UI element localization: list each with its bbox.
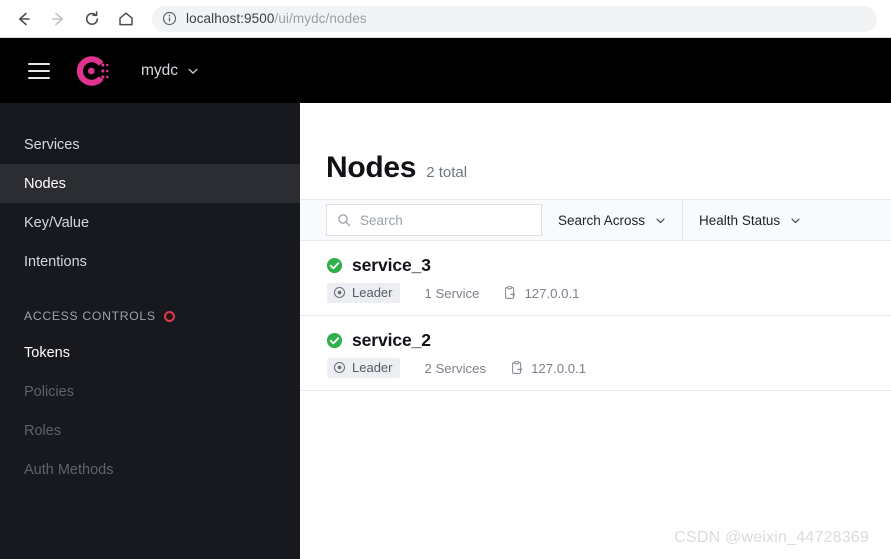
reload-button[interactable]: [78, 5, 106, 33]
address-bar[interactable]: localhost:9500/ui/mydc/nodes: [152, 5, 877, 32]
home-button[interactable]: [112, 5, 140, 33]
url-path: /ui/mydc/nodes: [274, 11, 367, 26]
sidebar-item-nodes[interactable]: Nodes: [0, 164, 300, 203]
browser-toolbar: localhost:9500/ui/mydc/nodes: [0, 0, 891, 38]
node-title-row: service_2: [326, 330, 891, 351]
info-circle-icon[interactable]: [162, 11, 177, 26]
leader-label: Leader: [352, 285, 393, 300]
sidebar-item-label: Services: [24, 136, 80, 153]
chevron-down-icon: [655, 215, 666, 226]
sidebar-item-intentions[interactable]: Intentions: [0, 242, 300, 281]
page-title: Nodes: [326, 151, 417, 184]
sidebar-section-access-controls: ACCESS CONTROLS: [0, 299, 300, 333]
health-status-label: Health Status: [699, 212, 781, 228]
sidebar-item-services[interactable]: Services: [0, 125, 300, 164]
leader-badge: Leader: [327, 358, 401, 378]
sidebar-item-label: Policies: [24, 383, 74, 400]
sidebar-item-label: Key/Value: [24, 214, 90, 231]
target-dot-icon: [333, 286, 346, 299]
address-label: 127.0.0.1: [531, 360, 587, 376]
node-address[interactable]: 127.0.0.1: [510, 361, 586, 376]
node-title-row: service_3: [326, 255, 891, 276]
url-host: localhost:9500: [186, 11, 275, 26]
check-circle-icon: [326, 257, 343, 274]
red-dot-icon: [163, 310, 175, 322]
main-content: Nodes 2 total Search Across: [300, 103, 891, 559]
watermark: CSDN @weixin_44728369: [674, 529, 869, 546]
search-box[interactable]: [326, 204, 542, 236]
chevron-down-icon: [187, 65, 199, 77]
arrow-left-icon: [19, 12, 30, 25]
address-label: 127.0.0.1: [524, 285, 580, 301]
reload-icon: [85, 10, 99, 25]
health-status-dropdown[interactable]: Health Status: [683, 200, 817, 240]
sidebar-item-key-value[interactable]: Key/Value: [0, 203, 300, 242]
service-count-label: 1 Service: [424, 285, 480, 301]
sidebar: Services Nodes Key/Value Intentions ACCE…: [0, 103, 300, 559]
forward-button[interactable]: [44, 5, 72, 33]
node-name: service_3: [352, 255, 431, 275]
page-header: Nodes 2 total: [300, 103, 891, 199]
target-dot-icon: [333, 361, 346, 374]
node-address[interactable]: 127.0.0.1: [503, 286, 579, 301]
arrow-right-icon: [52, 12, 63, 25]
sidebar-item-label: Auth Methods: [24, 461, 114, 478]
search-across-dropdown[interactable]: Search Across: [542, 200, 684, 240]
sidebar-item-policies[interactable]: Policies: [0, 372, 300, 411]
service-count-label: 2 Services: [424, 360, 487, 376]
filter-toolbar: Search Across Health Status: [300, 199, 891, 241]
search-icon: [337, 213, 351, 227]
leader-label: Leader: [352, 360, 393, 375]
chevron-down-icon: [790, 215, 801, 226]
sidebar-item-label: Intentions: [24, 253, 87, 270]
app-body: Services Nodes Key/Value Intentions ACCE…: [0, 103, 891, 559]
node-list-item[interactable]: service_3 Leader 1 Service 127.0.0.1: [300, 241, 891, 316]
node-name: service_2: [352, 330, 431, 350]
sidebar-item-roles[interactable]: Roles: [0, 411, 300, 450]
copy-clipboard-icon: [503, 286, 517, 300]
node-list-item[interactable]: service_2 Leader 2 Services 127.0.0.1: [300, 316, 891, 391]
leader-badge: Leader: [327, 283, 401, 303]
datacenter-label: mydc: [141, 61, 179, 79]
sidebar-item-label: Tokens: [24, 344, 70, 361]
sidebar-item-tokens[interactable]: Tokens: [0, 333, 300, 372]
datacenter-selector[interactable]: mydc: [141, 62, 199, 80]
check-circle-icon: [326, 332, 343, 349]
url-text: localhost:9500/ui/mydc/nodes: [186, 11, 367, 26]
node-meta-row: Leader 1 Service 127.0.0.1: [327, 283, 891, 303]
copy-clipboard-icon: [510, 361, 524, 375]
sidebar-item-auth-methods[interactable]: Auth Methods: [0, 450, 300, 489]
sidebar-section-label: ACCESS CONTROLS: [24, 309, 156, 323]
search-input[interactable]: [360, 212, 531, 228]
home-icon: [119, 11, 133, 25]
back-button[interactable]: [10, 5, 38, 33]
app-header: mydc: [0, 38, 891, 103]
node-meta-row: Leader 2 Services 127.0.0.1: [327, 358, 891, 378]
sidebar-item-label: Roles: [24, 422, 62, 439]
hamburger-menu-icon[interactable]: [28, 62, 50, 79]
search-across-label: Search Across: [558, 212, 646, 228]
node-service-count: 2 Services: [424, 361, 486, 376]
consul-logo-icon[interactable]: [73, 52, 111, 90]
node-service-count: 1 Service: [424, 286, 479, 301]
sidebar-item-label: Nodes: [24, 175, 66, 192]
node-count: 2 total: [426, 164, 468, 181]
